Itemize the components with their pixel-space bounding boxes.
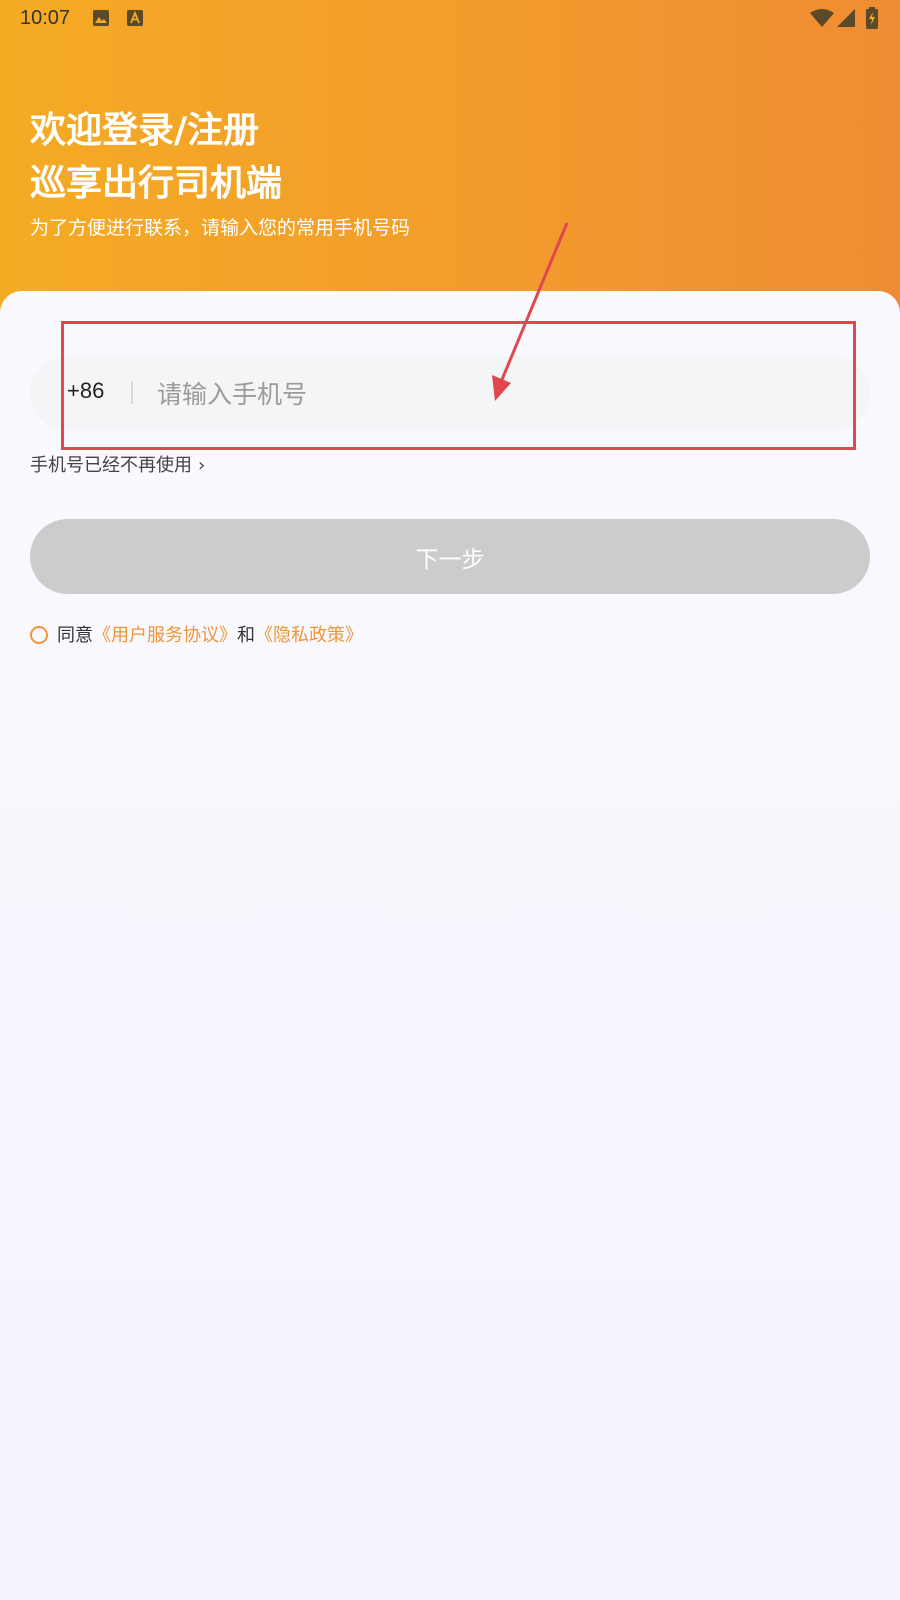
- wifi-icon: [810, 9, 834, 27]
- next-button[interactable]: 下一步: [30, 519, 870, 594]
- chevron-right-icon: ›: [198, 455, 206, 476]
- page-subtitle: 为了方便进行联系，请输入您的常用手机号码: [30, 217, 411, 239]
- old-number-label: 手机号已经不再使用: [30, 455, 192, 476]
- login-card: [0, 291, 900, 1600]
- privacy-policy-link[interactable]: 《隐私政策》: [255, 625, 363, 646]
- agree-radio-icon[interactable]: [30, 626, 48, 644]
- signal-icon: [837, 9, 855, 27]
- annotation-highlight-box: [61, 321, 856, 450]
- image-icon: [93, 10, 109, 26]
- status-bar: 10:07: [0, 0, 900, 36]
- agree-prefix: 同意: [57, 625, 93, 646]
- page-title-line1: 欢迎登录/注册: [30, 110, 260, 151]
- service-agreement-link[interactable]: 《用户服务协议》: [93, 625, 237, 646]
- agreement-row: 同意《用户服务协议》和《隐私政策》: [30, 621, 363, 647]
- status-time: 10:07: [20, 7, 71, 29]
- page-title-line2: 巡享出行司机端: [30, 163, 283, 204]
- a-icon: [127, 10, 143, 26]
- battery-icon: [866, 7, 878, 29]
- agree-and: 和: [237, 625, 255, 646]
- old-number-link[interactable]: 手机号已经不再使用 ›: [30, 451, 205, 477]
